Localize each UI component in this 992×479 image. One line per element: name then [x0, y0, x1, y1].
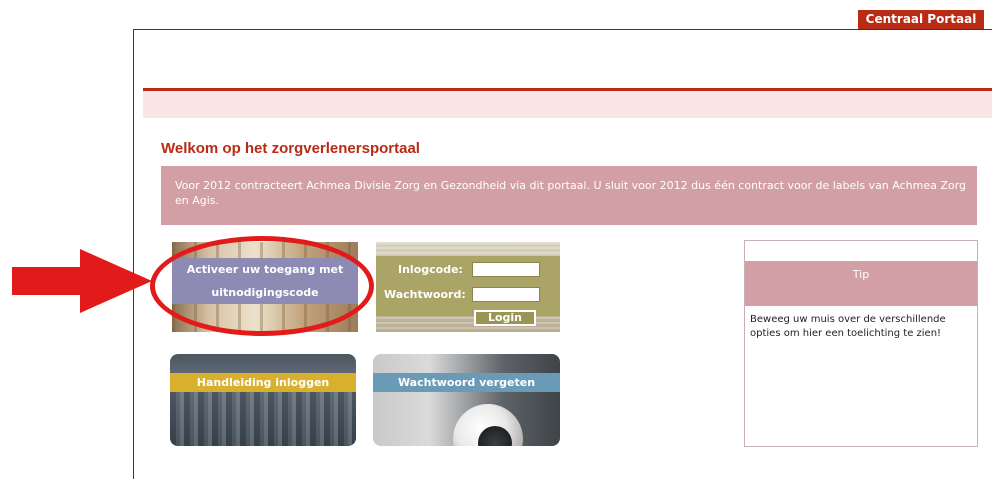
centraal-portaal-tab[interactable]: Centraal Portaal: [858, 10, 984, 29]
intro-banner: Voor 2012 contracteert Achmea Divisie Zo…: [161, 166, 977, 225]
page-title: Welkom op het zorgverlenersportaal: [161, 140, 420, 157]
header-band: [143, 91, 992, 118]
manual-login-label[interactable]: Handleiding inloggen: [170, 373, 356, 392]
right-arrow-icon: [12, 249, 152, 313]
login-button[interactable]: Login: [474, 310, 536, 326]
highlight-ellipse: [150, 236, 374, 336]
password-input[interactable]: [472, 287, 540, 302]
login-tile: Inlogcode: Wachtwoord: Login: [376, 242, 560, 332]
tip-title: Tip: [745, 261, 977, 306]
tile-background-image: [170, 392, 356, 446]
frame-top-border: [133, 29, 992, 30]
password-label: Wachtwoord:: [384, 288, 466, 301]
login-code-label: Inlogcode:: [398, 263, 463, 276]
forgot-password-label[interactable]: Wachtwoord vergeten: [373, 373, 560, 392]
login-panel: Inlogcode: Wachtwoord:: [376, 256, 560, 316]
tip-text: Beweeg uw muis over de verschillende opt…: [750, 314, 946, 339]
login-code-input[interactable]: [472, 262, 540, 277]
manual-login-tile[interactable]: Handleiding inloggen: [170, 354, 356, 446]
forgot-password-tile[interactable]: Wachtwoord vergeten: [373, 354, 560, 446]
tip-panel: Tip Beweeg uw muis over de verschillende…: [744, 240, 978, 447]
